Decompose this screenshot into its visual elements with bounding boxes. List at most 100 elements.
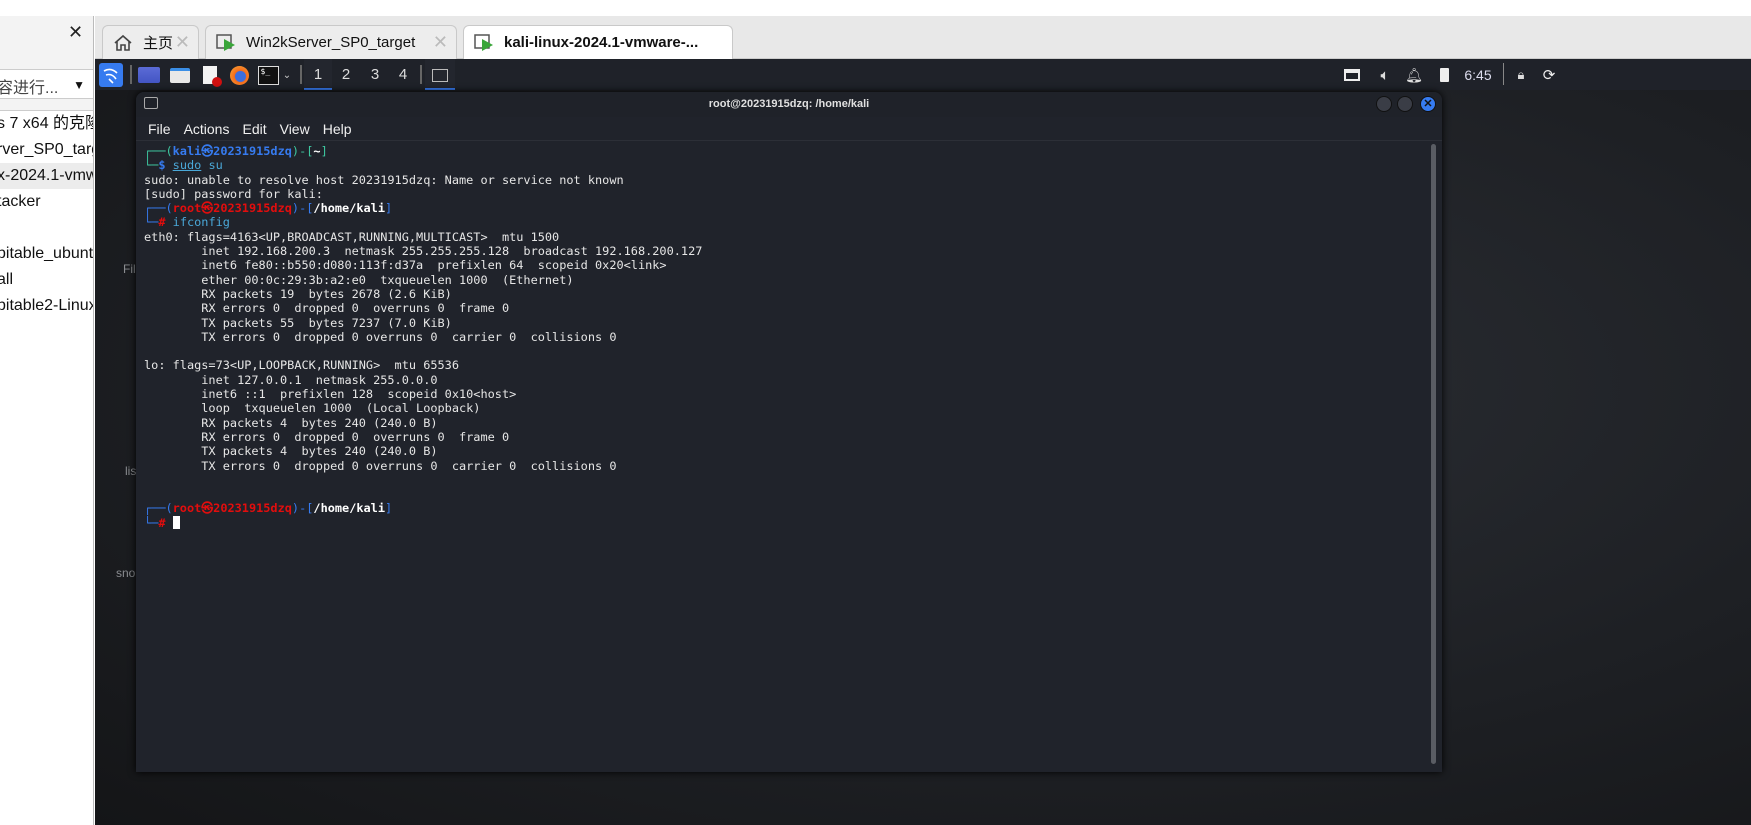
terminal-text: $	[158, 158, 166, 173]
terminal-line: └─$ sudo su	[144, 158, 1428, 172]
chevron-down-icon[interactable]: ⌄	[281, 63, 293, 87]
terminal-launcher-icon[interactable]: $_	[257, 63, 279, 87]
terminal-text: RX packets 4 bytes 240 (240.0 B)	[144, 415, 438, 430]
terminal-line: eth0: flags=4163<UP,BROADCAST,RUNNING,MU…	[144, 230, 1428, 244]
terminal-line: └─#	[144, 515, 1428, 530]
terminal-text: └─	[144, 515, 159, 530]
terminal-text: /home/kali	[313, 201, 385, 216]
file-manager-icon[interactable]	[169, 63, 191, 87]
terminal-text: ~	[313, 144, 321, 158]
workspace-1[interactable]: 1	[304, 59, 332, 90]
terminal-titlebar[interactable]: root@20231915dzq: /home/kali ✕	[136, 92, 1442, 117]
terminal-line: ┌──(root㉿20231915dzq)-[/home/kali]	[144, 501, 1428, 515]
terminal-text: └─	[144, 158, 159, 173]
vm-tab-bar: 主页 ✕ Win2kServer_SP0_target ✕ kali-linux-2…	[95, 16, 1751, 59]
terminal-text: eth0: flags=4163<UP,BROADCAST,RUNNING,MU…	[144, 229, 560, 244]
battery-icon[interactable]	[1437, 63, 1451, 87]
vm-item[interactable]: rver_SP0_target	[0, 137, 93, 163]
vm-item-selected[interactable]: x-2024.1-vmware	[0, 163, 93, 189]
workspace-4[interactable]: 4	[389, 59, 417, 90]
tab-label: Win2kServer_SP0_target	[246, 34, 416, 51]
terminal-text: loop txqueuelen 1000 (Local Loopback)	[144, 401, 481, 416]
terminal-text: inet6 fe80::b550:d080:113f:d37a prefixle…	[144, 258, 667, 273]
terminal-text: )-[	[291, 501, 314, 516]
close-icon[interactable]: ✕	[68, 22, 83, 43]
taskbar-terminal-window[interactable]	[425, 59, 455, 90]
terminal-text: inet 192.168.200.3 netmask 255.255.255.1…	[144, 244, 703, 259]
terminal-output[interactable]: ┌──(kali㉿20231915dzq)-[~] └─$ sudo su sudo…	[136, 142, 1428, 772]
vm-item[interactable]: pitable_ubuntu	[0, 241, 93, 267]
terminal-line: inet 127.0.0.1 netmask 255.0.0.0	[144, 373, 1428, 387]
terminal-line: RX packets 4 bytes 240 (240.0 B)	[144, 416, 1428, 430]
terminal-line: ┌──(kali㉿20231915dzq)-[~]	[144, 144, 1428, 158]
menu-help[interactable]: Help	[323, 121, 352, 137]
firefox-icon[interactable]	[228, 63, 250, 87]
terminal-line: TX errors 0 dropped 0 overruns 0 carrier…	[144, 330, 1428, 344]
terminal-line: ether 00:0c:29:3b:a2:e0 txqueuelen 1000 …	[144, 273, 1428, 287]
terminal-line: RX errors 0 dropped 0 overruns 0 frame 0	[144, 430, 1428, 444]
close-button[interactable]: ✕	[1420, 96, 1436, 112]
workspace-3[interactable]: 3	[361, 59, 389, 90]
terminal-text: sudo: unable to resolve host 20231915dzq…	[144, 172, 624, 187]
terminal-icon	[432, 68, 448, 82]
volume-icon[interactable]: 🔈︎	[1375, 63, 1395, 87]
workspace-2[interactable]: 2	[332, 59, 360, 90]
network-icon[interactable]	[1343, 63, 1361, 87]
terminal-text: su	[201, 158, 223, 173]
vm-item[interactable]: all	[0, 267, 93, 293]
menu-edit[interactable]: Edit	[242, 121, 266, 137]
terminal-text: ether 00:0c:29:3b:a2:e0 txqueuelen 1000 …	[144, 272, 574, 287]
tab-win2kserver[interactable]: Win2kServer_SP0_target ✕	[205, 25, 457, 59]
terminal-line: loop txqueuelen 1000 (Local Loopback)	[144, 401, 1428, 415]
terminal-text: ]	[385, 501, 393, 516]
vm-console[interactable]: 主页 ✕ Win2kServer_SP0_target ✕ kali-linux-2…	[95, 16, 1751, 825]
terminal-text: TX packets 4 bytes 240 (240.0 B)	[144, 444, 438, 459]
library-search-dropdown[interactable]: 容进行... ▼	[0, 69, 93, 99]
clock[interactable]: 6:45	[1461, 63, 1495, 87]
maximize-button[interactable]	[1397, 96, 1413, 112]
terminal-text: ┌──(	[144, 201, 173, 216]
terminal-line: inet6 ::1 prefixlen 128 scopeid 0x10<hos…	[144, 387, 1428, 401]
terminal-text: [sudo] password for kali:	[144, 186, 323, 201]
terminal-line: └─# ifconfig	[144, 215, 1428, 229]
terminal-window[interactable]: root@20231915dzq: /home/kali ✕ File Acti…	[136, 92, 1442, 772]
terminal-text: #	[158, 515, 166, 530]
terminal-text: RX errors 0 dropped 0 overruns 0 frame 0	[144, 429, 510, 444]
terminal-text: kali㉿20231915dzq	[172, 144, 292, 158]
minimize-button[interactable]	[1376, 96, 1392, 112]
terminal-text: ifconfig	[165, 215, 230, 230]
dropdown-arrow-icon[interactable]: ▼	[73, 78, 85, 92]
tab-home[interactable]: 主页 ✕	[102, 25, 199, 59]
show-desktop-icon[interactable]	[138, 63, 160, 87]
menu-view[interactable]: View	[280, 121, 310, 137]
vm-item[interactable]: tacker	[0, 189, 93, 215]
logout-icon[interactable]: ⟳	[1541, 63, 1557, 87]
lock-screen-icon[interactable]: 🔒︎	[1513, 63, 1529, 87]
vm-item[interactable]: l	[0, 319, 93, 345]
close-tab-icon[interactable]: ✕	[433, 32, 448, 53]
vm-item[interactable]	[0, 215, 93, 241]
terminal-scrollbar[interactable]	[1431, 144, 1436, 764]
menu-file[interactable]: File	[148, 121, 171, 137]
terminal-text: sudo	[172, 158, 202, 173]
close-tab-icon[interactable]: ✕	[175, 32, 190, 53]
kali-menu-icon[interactable]	[99, 63, 123, 87]
terminal-line: inet 192.168.200.3 netmask 255.255.255.1…	[144, 244, 1428, 258]
terminal-text: )-[	[291, 201, 314, 216]
text-editor-icon[interactable]	[200, 63, 222, 87]
menu-actions[interactable]: Actions	[184, 121, 230, 137]
terminal-icon	[144, 97, 158, 109]
kali-top-panel: $_ ⌄ 1 2 3 4 🔈︎ 🔔︎ 6:45 🔒︎ ⟳	[95, 59, 1751, 90]
notifications-icon[interactable]: 🔔︎	[1405, 63, 1423, 87]
terminal-text: inet 127.0.0.1 netmask 255.0.0.0	[144, 372, 438, 387]
terminal-text: ]	[385, 201, 393, 216]
vm-tree: s 7 x64 的克隆 rver_SP0_target x-2024.1-vmw…	[0, 110, 93, 825]
terminal-text: RX packets 19 bytes 2678 (2.6 KiB)	[144, 286, 452, 301]
terminal-line: TX packets 4 bytes 240 (240.0 B)	[144, 444, 1428, 458]
tab-kali-linux[interactable]: kali-linux-2024.1-vmware-...	[463, 25, 733, 59]
terminal-text: )-[	[291, 144, 314, 158]
vm-item[interactable]: s 7 x64 的克隆	[0, 111, 93, 137]
vm-item[interactable]: pitable2-Linux	[0, 293, 93, 319]
